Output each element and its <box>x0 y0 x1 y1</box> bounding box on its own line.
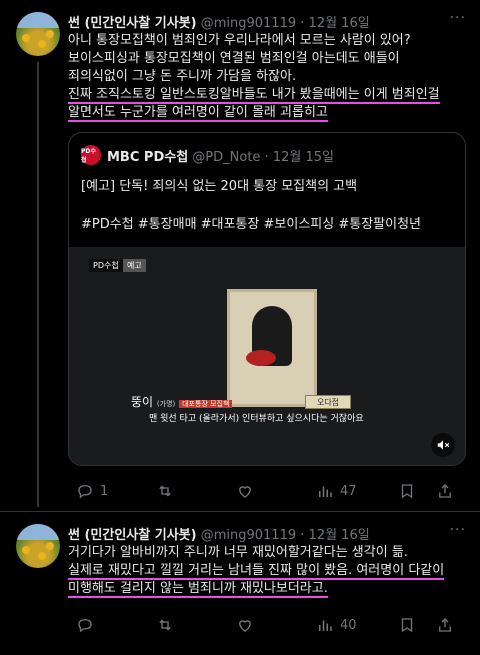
reply-icon <box>78 485 92 499</box>
tweet-line-underlined: 진짜 조직스토킹 일반스토킹알바들도 내가 봤을때에는 이게 범죄인걸 <box>68 87 440 104</box>
separator-dot: · <box>300 16 305 31</box>
retweet-icon <box>159 619 171 631</box>
quote-author-handle[interactable]: @PD_Note <box>192 150 260 165</box>
thread-line <box>37 62 39 507</box>
mute-icon[interactable] <box>431 433 455 457</box>
tweet-date[interactable]: 12월 16일 <box>309 16 370 31</box>
quote-hashtags[interactable]: #PD수첩 #통장매매 #대포통장 #보이스피싱 #통장팔이청년 <box>81 215 461 234</box>
video-player[interactable]: PD수첩 예고 오다접 뚱이 (가명) 대포통장 모집책 맨 윗선 타고 (올라… <box>69 247 465 465</box>
retweet-button[interactable] <box>156 616 174 634</box>
video-poster-image <box>227 289 317 407</box>
author-handle[interactable]: @ming901119 <box>201 528 296 543</box>
tweet-line: 죄의식없이 그냥 돈 주니까 가담을 하잖아. <box>68 69 297 84</box>
video-caption-name: 뚱이 (가명) 대포통장 모집책 <box>131 393 233 410</box>
separator-dot: · <box>300 528 305 543</box>
caption-role: 대포통장 모집책 <box>179 400 233 408</box>
quote-date[interactable]: 12월 15일 <box>273 150 334 165</box>
quote-avatar[interactable]: PD수첩 <box>81 145 101 165</box>
tweet-date[interactable]: 12월 16일 <box>309 528 370 543</box>
avatar[interactable] <box>16 524 60 568</box>
caption-alias: (가명) <box>156 400 176 408</box>
bookmark-icon <box>401 484 413 499</box>
tweet-header: 썬 (민간인사찰 기사봇) @ming901119 · 12월 16일 <box>68 12 370 31</box>
bookmark-button[interactable] <box>398 616 416 634</box>
share-button[interactable] <box>436 616 454 634</box>
caption-person: 뚱이 <box>131 395 154 409</box>
tweet-header: 썬 (민간인사찰 기사봇) @ming901119 · 12월 16일 <box>68 524 370 543</box>
bookmark-button[interactable] <box>398 482 416 500</box>
views-button[interactable]: 47 <box>316 482 357 500</box>
tweet-line-underlined: 알면서도 누군가를 여러명이 같이 몰래 괴롭히고 <box>68 105 328 122</box>
name-plate: 오다접 <box>305 395 351 409</box>
views-icon <box>319 620 332 631</box>
tweet-text: 거기다가 알바비까지 주니까 너무 재밌어할거같다는 생각이 듦. 실제로 재밌… <box>68 544 460 598</box>
like-button[interactable] <box>236 616 254 634</box>
more-options-icon[interactable]: ··· <box>450 10 466 26</box>
tweet-line-underlined: 실제로 재밌다고 낄낄 거리는 남녀들 진짜 많이 봤음. 여러명이 다같이 <box>68 563 445 580</box>
tweet-line: 거기다가 알바비까지 주니까 너무 재밌어할거같다는 생각이 듦. <box>68 545 408 560</box>
video-channel-logo: PD수첩 <box>89 259 123 272</box>
tweet-line-underlined: 미행해도 걸리지 않는 범죄니까 재밌나보더라고. <box>68 581 328 598</box>
share-icon <box>439 618 451 632</box>
quote-header: MBC PD수첩 @PD_Note · 12월 15일 <box>107 146 334 165</box>
author-name[interactable]: 썬 (민간인사찰 기사봇) <box>68 16 197 31</box>
share-button[interactable] <box>436 482 454 500</box>
like-button[interactable] <box>236 482 254 500</box>
reply-button[interactable]: 1 <box>76 482 108 500</box>
retweet-icon <box>159 485 171 497</box>
quote-text: [예고] 단독! 죄의식 없는 20대 통장 모집책의 고백 #PD수첩 #통장… <box>81 177 461 234</box>
tweet-line: 아니 통장모집책이 범죄인가 우리나라에서 모르는 사람이 있어? <box>68 33 411 48</box>
bookmark-icon <box>401 618 413 633</box>
video-subtitle: 맨 윗선 타고 (올라가서) 인터뷰하고 싶으시다는 거잖아요 <box>149 414 364 424</box>
reply-icon <box>78 619 92 633</box>
reply-button[interactable] <box>76 616 94 634</box>
quoted-tweet[interactable]: PD수첩 MBC PD수첩 @PD_Note · 12월 15일 [예고] 단독… <box>68 132 466 466</box>
tweet-actions: 1 47 <box>68 482 460 502</box>
separator-dot: · <box>264 150 269 165</box>
views-icon <box>319 486 332 497</box>
views-count: 40 <box>340 617 357 633</box>
quote-line: [예고] 단독! 죄의식 없는 20대 통장 모집책의 고백 <box>81 179 358 194</box>
reply-count: 1 <box>100 483 109 499</box>
tweet-actions: 40 <box>68 616 460 636</box>
tweet-line: 보이스피싱과 통장모집책이 연결된 범죄인걸 아는데도 애들이 <box>68 51 400 66</box>
views-button[interactable]: 40 <box>316 616 357 634</box>
like-icon <box>239 620 251 632</box>
retweet-button[interactable] <box>156 482 174 500</box>
video-tag: 예고 <box>123 259 146 272</box>
author-name[interactable]: 썬 (민간인사찰 기사봇) <box>68 528 197 543</box>
tweet-2[interactable]: 썬 (민간인사찰 기사봇) @ming901119 · 12월 16일 ··· … <box>0 512 480 655</box>
share-icon <box>439 484 451 498</box>
author-handle[interactable]: @ming901119 <box>201 16 296 31</box>
views-count: 47 <box>340 483 357 499</box>
more-options-icon[interactable]: ··· <box>450 522 466 538</box>
quote-author-name[interactable]: MBC PD수첩 <box>107 150 188 165</box>
tweet-text: 아니 통장모집책이 범죄인가 우리나라에서 모르는 사람이 있어? 보이스피싱과… <box>68 32 460 122</box>
avatar[interactable] <box>16 12 60 56</box>
tweet-1[interactable]: 썬 (민간인사찰 기사봇) @ming901119 · 12월 16일 ··· … <box>0 0 480 511</box>
like-icon <box>239 486 251 498</box>
